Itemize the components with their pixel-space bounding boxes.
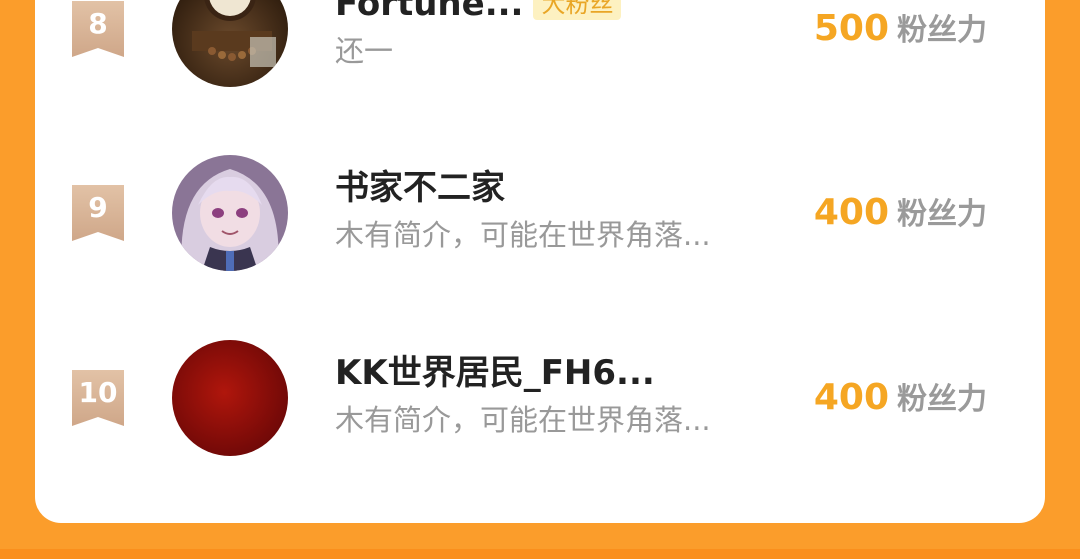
score-unit: 粉丝力	[897, 13, 987, 48]
user-name[interactable]: KK世界居民_FH6...	[335, 349, 655, 397]
user-name-line: KK世界居民_FH6...	[335, 349, 655, 397]
user-bio: 木有简介，可能在世界角落...	[335, 403, 711, 437]
ranking-row-9[interactable]: 9 书家不二家 木有简介，可能在世界角落... 400 粉丝力	[35, 154, 1045, 274]
user-bio: 还一	[335, 34, 394, 68]
clock-photo-avatar[interactable]	[172, 0, 288, 87]
rank-ribbon-icon: 8	[72, 1, 124, 57]
score-value: 400	[813, 192, 889, 233]
fan-level-badge: 大粉丝	[533, 0, 622, 20]
fans-ranking-card: 8 Fortune... 大粉丝 还一 500 粉丝力 9 书家不二家 木有简介…	[35, 0, 1045, 523]
bottom-band	[0, 549, 1080, 559]
score-value: 400	[813, 377, 889, 418]
rank-ribbon-icon: 10	[72, 370, 124, 426]
user-name-line: 书家不二家	[335, 164, 505, 212]
score-unit: 粉丝力	[897, 382, 987, 417]
fan-power-score: 500 粉丝力	[814, 6, 987, 58]
user-name[interactable]: 书家不二家	[335, 164, 505, 212]
red-circle-avatar[interactable]	[172, 340, 288, 456]
rank-number: 8	[88, 7, 108, 40]
fan-power-score: 400 粉丝力	[814, 375, 987, 427]
user-name-line: Fortune... 大粉丝	[335, 0, 622, 28]
user-name[interactable]: Fortune...	[335, 0, 523, 28]
score-unit: 粉丝力	[897, 197, 987, 232]
rank-number: 10	[78, 376, 118, 409]
user-bio: 木有简介，可能在世界角落...	[335, 218, 711, 252]
ranking-row-10[interactable]: 10 KK世界居民_FH6... 木有简介，可能在世界角落... 400 粉丝力	[35, 339, 1045, 459]
anime-girl-avatar[interactable]	[172, 155, 288, 271]
score-value: 500	[813, 8, 889, 49]
ranking-row-8[interactable]: 8 Fortune... 大粉丝 还一 500 粉丝力	[35, 0, 1045, 90]
rank-ribbon-icon: 9	[72, 185, 124, 241]
fan-power-score: 400 粉丝力	[814, 190, 987, 242]
rank-number: 9	[88, 191, 108, 224]
